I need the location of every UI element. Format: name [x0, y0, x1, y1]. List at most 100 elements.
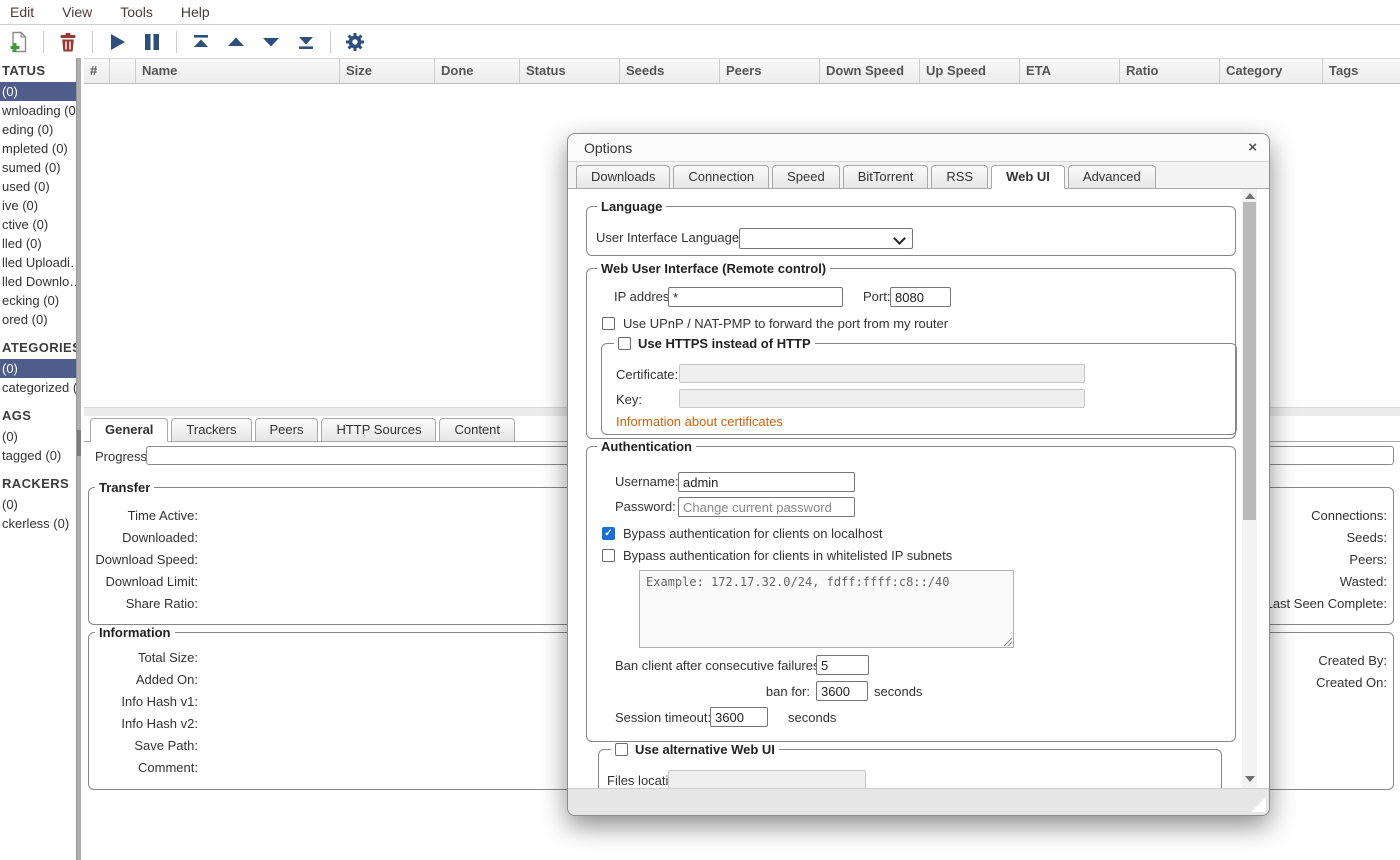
- sidebar-item-stalled-downloading[interactable]: lled Downlo…: [0, 272, 76, 291]
- alt-webui-fieldset: Use alternative Web UI Files location:: [598, 749, 1222, 788]
- tab-peers[interactable]: Peers: [255, 418, 319, 441]
- add-torrent-file-button[interactable]: [8, 31, 30, 53]
- upnp-checkbox[interactable]: [602, 317, 615, 330]
- menu-tools[interactable]: Tools: [120, 4, 153, 20]
- scroll-down-icon[interactable]: [1245, 776, 1255, 782]
- ui-language-select[interactable]: [739, 228, 913, 249]
- column-icon[interactable]: [110, 59, 136, 83]
- sidebar-item-all-trackers[interactable]: (0): [0, 495, 76, 514]
- sidebar-item-untagged[interactable]: tagged (0): [0, 446, 76, 465]
- tab-web-ui[interactable]: Web UI: [991, 165, 1065, 189]
- delete-button[interactable]: [57, 31, 79, 53]
- column-category[interactable]: Category: [1220, 59, 1323, 83]
- column-ratio[interactable]: Ratio: [1120, 59, 1220, 83]
- column-up-speed[interactable]: Up Speed: [920, 59, 1020, 83]
- pause-button[interactable]: [141, 31, 163, 53]
- move-down-button[interactable]: [260, 31, 282, 53]
- sidebar-item-trackerless[interactable]: ckerless (0): [0, 514, 76, 533]
- sidebar-splitter[interactable]: [76, 58, 81, 860]
- language-fieldset: Language User Interface Language:: [586, 206, 1236, 256]
- https-checkbox[interactable]: [618, 337, 631, 350]
- key-input[interactable]: [679, 389, 1085, 408]
- username-label: Username:: [615, 473, 679, 491]
- column-done[interactable]: Done: [435, 59, 520, 83]
- textarea-resize-handle[interactable]: [1003, 637, 1013, 647]
- tab-content[interactable]: Content: [439, 418, 515, 441]
- tab-trackers[interactable]: Trackers: [171, 418, 251, 441]
- tab-rss[interactable]: RSS: [931, 165, 988, 188]
- sidebar-item-all-tags[interactable]: (0): [0, 427, 76, 446]
- session-timeout-unit: seconds: [788, 709, 836, 727]
- gear-icon: [344, 31, 366, 53]
- dialog-scrollbar[interactable]: [1242, 189, 1257, 788]
- toolbar-separator: [330, 31, 331, 53]
- tab-advanced[interactable]: Advanced: [1068, 165, 1156, 188]
- dialog-resize-handle[interactable]: [1251, 797, 1266, 812]
- upnp-label: Use UPnP / NAT-PMP to forward the port f…: [623, 315, 948, 333]
- tab-connection[interactable]: Connection: [673, 165, 769, 188]
- ban-for-input[interactable]: [816, 681, 868, 701]
- bypass-localhost-checkbox[interactable]: [602, 527, 615, 540]
- scrollbar-thumb[interactable]: [1243, 202, 1256, 520]
- password-input[interactable]: [678, 497, 855, 517]
- menu-help[interactable]: Help: [181, 4, 210, 20]
- sidebar-item-all-status[interactable]: (0): [0, 82, 76, 101]
- tab-general[interactable]: General: [90, 418, 168, 442]
- tab-downloads[interactable]: Downloads: [576, 165, 670, 188]
- tab-bittorrent[interactable]: BitTorrent: [843, 165, 929, 188]
- session-timeout-input[interactable]: [710, 707, 768, 727]
- column-peers[interactable]: Peers: [720, 59, 820, 83]
- tab-http-sources[interactable]: HTTP Sources: [321, 418, 436, 441]
- files-location-input[interactable]: [668, 770, 866, 788]
- certificates-info-link[interactable]: Information about certificates: [616, 414, 783, 429]
- move-to-bottom-button[interactable]: [295, 31, 317, 53]
- bypass-subnets-checkbox[interactable]: [602, 549, 615, 562]
- time-active-label: Time Active:: [93, 507, 198, 525]
- column-size[interactable]: Size: [340, 59, 435, 83]
- scroll-up-icon[interactable]: [1245, 193, 1255, 199]
- sidebar-item-active[interactable]: ive (0): [0, 196, 76, 215]
- sidebar-item-paused[interactable]: used (0): [0, 177, 76, 196]
- sidebar-item-resumed[interactable]: sumed (0): [0, 158, 76, 177]
- dialog-title-bar[interactable]: Options ×: [568, 134, 1269, 162]
- column-eta[interactable]: ETA: [1020, 59, 1120, 83]
- column-name[interactable]: Name: [136, 59, 340, 83]
- options-button[interactable]: [344, 31, 366, 53]
- ip-address-input[interactable]: [668, 287, 843, 307]
- port-input[interactable]: [890, 287, 951, 307]
- move-to-top-button[interactable]: [190, 31, 212, 53]
- username-input[interactable]: [678, 472, 855, 492]
- pause-icon: [141, 31, 163, 53]
- whitelist-subnets-textarea[interactable]: [639, 570, 1014, 648]
- certificate-input[interactable]: [679, 364, 1085, 383]
- qbittorrent-webui: Edit View Tools Help: [0, 0, 1400, 860]
- menu-view[interactable]: View: [62, 4, 92, 20]
- sidebar-item-all-categories[interactable]: (0): [0, 359, 76, 378]
- alt-webui-checkbox[interactable]: [615, 743, 628, 756]
- close-icon[interactable]: ×: [1248, 139, 1257, 156]
- authentication-fieldset: Authentication Username: Password: Bypas…: [586, 446, 1236, 742]
- sidebar-item-stalled[interactable]: lled (0): [0, 234, 76, 253]
- added-on-label: Added On:: [93, 671, 198, 689]
- sidebar-item-completed[interactable]: mpleted (0): [0, 139, 76, 158]
- sidebar-item-errored[interactable]: ored (0): [0, 310, 76, 329]
- resume-button[interactable]: [106, 31, 128, 53]
- sidebar-item-seeding[interactable]: eding (0): [0, 120, 76, 139]
- column-tags[interactable]: Tags: [1323, 59, 1400, 83]
- menu-edit[interactable]: Edit: [10, 4, 34, 20]
- column-number[interactable]: #: [84, 59, 110, 83]
- column-down-speed[interactable]: Down Speed: [820, 59, 920, 83]
- sidebar-item-downloading[interactable]: wnloading (0): [0, 101, 76, 120]
- sidebar-splitter-handle[interactable]: [77, 430, 81, 456]
- column-status[interactable]: Status: [520, 59, 620, 83]
- sidebar-item-stalled-uploading[interactable]: lled Uploadi…: [0, 253, 76, 272]
- tab-speed[interactable]: Speed: [772, 165, 840, 188]
- webui-legend: Web User Interface (Remote control): [597, 261, 830, 276]
- downloaded-label: Downloaded:: [93, 529, 198, 547]
- sidebar-item-inactive[interactable]: ctive (0): [0, 215, 76, 234]
- sidebar-item-checking[interactable]: ecking (0): [0, 291, 76, 310]
- sidebar-item-uncategorized[interactable]: categorized (0): [0, 378, 76, 397]
- move-up-button[interactable]: [225, 31, 247, 53]
- column-seeds[interactable]: Seeds: [620, 59, 720, 83]
- ban-failures-input[interactable]: [816, 655, 869, 675]
